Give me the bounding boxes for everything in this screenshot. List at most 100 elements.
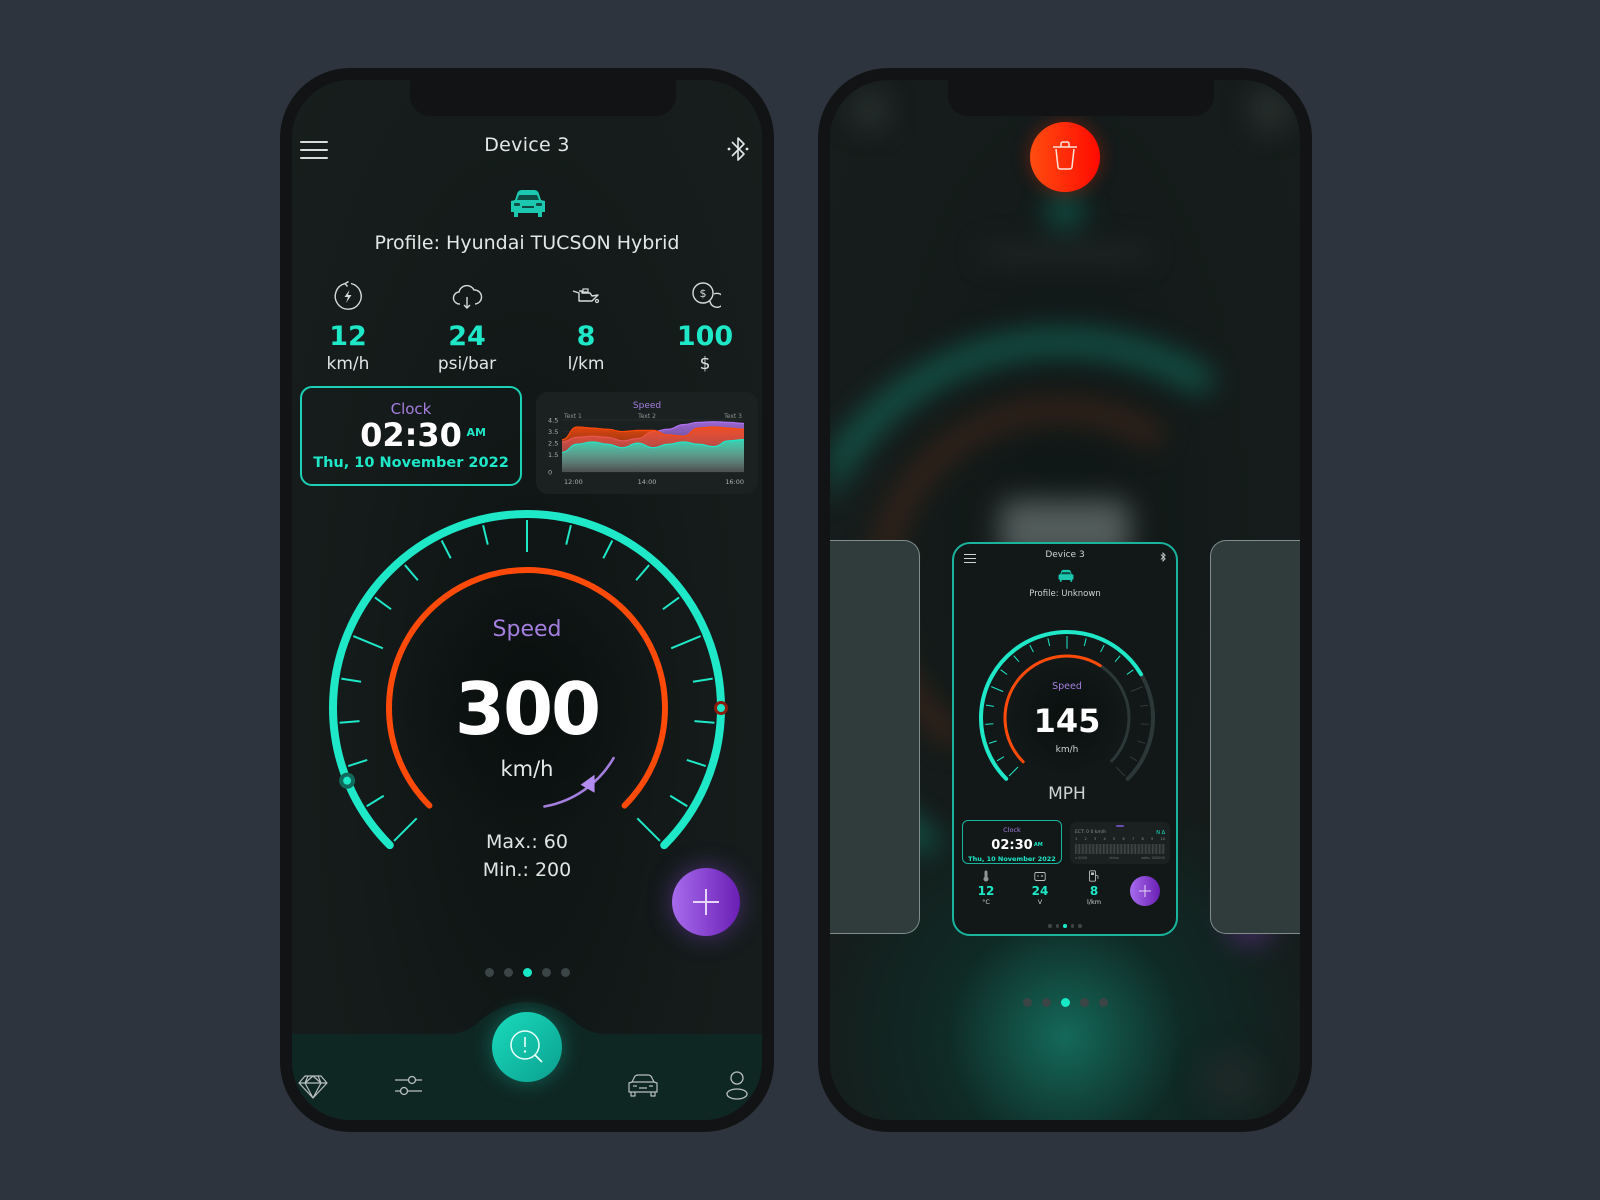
clock-time: 02:30 AM [991,838,1042,853]
ect-scale-label: 3 [1094,837,1097,841]
stat-value: 12 [977,884,995,898]
gauge-tick [1008,766,1019,777]
ect-status: N Δ [1156,830,1165,836]
mini-gauge-mode[interactable]: MPH [1048,784,1086,804]
car-outline-icon[interactable] [626,1068,660,1102]
clock-label: Clock [1003,826,1021,834]
ect-scale-label: 8 [1141,837,1144,841]
ect-scale: 1 2 3 4 5 6 7 8 9 10 [1075,837,1165,841]
mini-device-title: Device 3 [1045,550,1085,560]
gauge-tick [670,635,702,650]
page-dot[interactable] [1041,998,1051,1007]
gauge-tick [482,524,489,545]
chart-annotation: Text 1 [563,413,582,420]
mini-pagination-dots [954,924,1176,928]
page-dot[interactable] [541,968,551,977]
gauge-tick [1013,655,1020,663]
page-dot[interactable] [1022,998,1032,1007]
page-dot[interactable] [1098,998,1108,1007]
gauge-tick [404,564,419,581]
profile-label: Profile: Hyundai TUCSON Hybrid [374,232,680,254]
page-dot[interactable] [1079,998,1089,1007]
x-tick-label: 14:00 [638,478,657,486]
gauge-tick [985,723,994,725]
gauge-tick [347,758,368,768]
clock-date: Thu, 10 November 2022 [313,455,509,471]
ect-scale-label: 7 [1132,837,1135,841]
ect-scale-label: 4 [1103,837,1106,841]
battery-icon [1034,872,1046,881]
stat-cost: $ 100 $ [655,280,755,374]
ect-footer-label: volts: 000000 [1140,856,1165,860]
cloud-download-icon [452,284,483,309]
device-pagination-dots [830,998,1300,1007]
stat-unit: l/km [1086,898,1102,906]
stat-unit: km/h [326,354,370,374]
page-dot[interactable] [522,968,532,977]
ect-readout: ECT: 0 0 km/h [1075,830,1107,835]
gauge-tick [1140,704,1149,707]
gauge-tick [985,704,994,707]
stat-fuel: 8 l/km [536,280,636,374]
mini-gauge-unit: km/h [1056,745,1079,755]
sliders-icon[interactable] [392,1068,426,1102]
bottom-navbar [292,1000,762,1120]
delete-device-button[interactable] [1030,122,1100,192]
gauge-tick [1114,655,1121,663]
clock-widget[interactable]: Clock 02:30 AM Thu, 10 November 2022 [300,386,522,486]
stats-row: 12 km/h 24 psi/bar 8 l/km $ 100 $ [292,280,762,380]
page-dot [1048,924,1052,928]
ect-scale-label: 6 [1122,837,1125,841]
y-tick-label: 2.5 [548,440,558,448]
gauge-tick [988,740,997,744]
clock-time-text: 02:30 [360,416,462,454]
stat-unit: V [1037,898,1043,906]
mini-gauge-label: Speed [1052,681,1082,692]
diagnostics-button[interactable] [492,1012,562,1082]
gauge-tick [991,686,1004,692]
y-tick-label: 3.5 [548,428,558,436]
max-handle-dot [717,704,725,712]
ect-footer-label: x 0000 [1075,856,1088,860]
next-device-card[interactable] [1210,540,1300,934]
oil-can-icon [572,288,600,304]
user-icon[interactable] [720,1068,754,1102]
phone-device-switcher: Device 3 Profile: Unknown Speed 145 km/h MP… [818,68,1312,1132]
speed-chart-widget[interactable]: Speed Text 1 Text 2 Text 3 0 1.5 2.5 3.5 4.5 12:0… [536,392,758,494]
device-card-preview[interactable]: Device 3 Profile: Unknown Speed 145 km/h MP… [952,542,1178,936]
stat-value: 8 [576,321,596,352]
min-handle-dot [343,776,352,785]
add-button[interactable] [672,868,740,936]
ect-tag [1116,825,1124,827]
mini-stat-temperature: 12 °C [966,870,1006,906]
mini-stat-voltage: 24 V [1020,870,1060,906]
coins-icon: $ [692,282,721,309]
chart-annotation: Text 2 [637,413,656,420]
gauge-tick [636,817,661,842]
gauge-tick [1047,638,1051,647]
page-dot[interactable] [1060,998,1070,1007]
speedometer-gauge: Speed 300 km/h Max.: 60 Min.: 200 [329,510,728,881]
stat-value: 24 [448,321,486,352]
clock-time-text: 02:30 [991,838,1033,853]
ect-scale-label: 1 [1075,837,1078,841]
notch [410,80,676,116]
gauge-tick [339,720,360,724]
y-tick-label: 0 [548,469,552,477]
previous-device-card[interactable] [830,540,920,934]
gauge-tick [669,794,688,808]
pagination-dots [292,968,762,977]
chart-annotation: Text 3 [723,413,742,420]
diamond-icon[interactable] [296,1068,330,1102]
ect-scale-label: 2 [1084,837,1087,841]
stat-value: 100 [676,321,734,352]
clock-ampm: AM [466,426,486,439]
bluetooth-icon[interactable] [724,132,752,166]
gauge-tick [996,756,1005,762]
page-dot[interactable] [560,968,570,977]
page-dot[interactable] [503,968,513,977]
page-dot [1063,924,1067,928]
gauge-tick [1130,686,1143,692]
gauge-tick [635,564,650,581]
page-dot[interactable] [484,968,494,977]
